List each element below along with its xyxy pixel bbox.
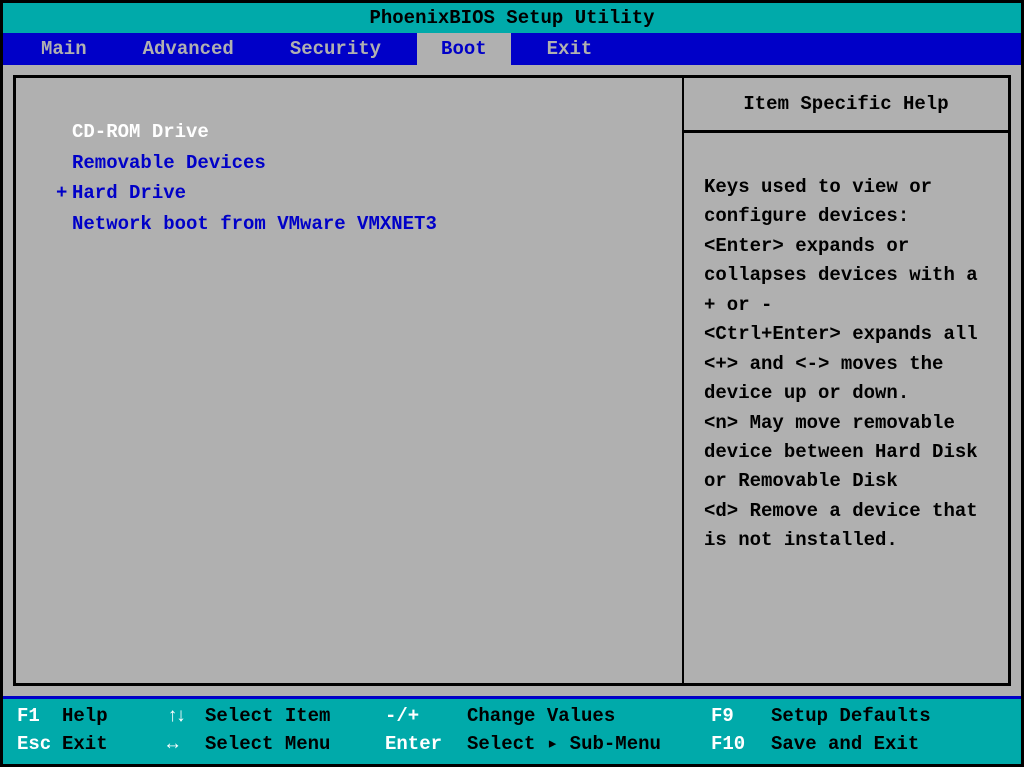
tab-exit[interactable]: Exit [527,35,613,63]
title-bar: PhoenixBIOS Setup Utility [3,3,1021,33]
boot-order-panel: CD-ROM Drive Removable Devices + Hard Dr… [13,75,683,686]
footer-keys: F1 Help Select Item -/+ Change Values F9… [3,699,1021,764]
menu-bar: Main Advanced Security Boot Exit [3,33,1021,65]
boot-label: Network boot from VMware VMXNET3 [72,210,437,239]
key-updown-icon [167,703,205,730]
key-esc: Esc [17,731,62,758]
key-leftright-icon [167,731,205,758]
triangle-right-icon [547,733,558,755]
help-title: Item Specific Help [743,93,948,115]
boot-label: Removable Devices [72,149,266,178]
help-panel: Item Specific Help Keys used to view or … [683,75,1011,686]
boot-label: Hard Drive [72,179,186,208]
key-f9: F9 [711,703,771,730]
label-change-values: Change Values [467,703,711,730]
label-select-submenu: Select Sub-Menu [467,731,711,758]
tab-main[interactable]: Main [21,35,107,63]
expand-prefix [56,210,72,239]
key-f1: F1 [17,703,62,730]
tab-boot[interactable]: Boot [417,33,511,65]
boot-item-cdrom[interactable]: CD-ROM Drive [56,118,662,147]
boot-item-network[interactable]: Network boot from VMware VMXNET3 [56,210,662,239]
label-select-menu: Select Menu [205,731,385,758]
boot-item-harddrive[interactable]: + Hard Drive [56,179,662,208]
expand-prefix: + [56,179,72,208]
label-save-exit: Save and Exit [771,731,1007,758]
tab-security[interactable]: Security [270,35,401,63]
boot-item-removable[interactable]: Removable Devices [56,149,662,178]
label-setup-defaults: Setup Defaults [771,703,1007,730]
expand-prefix [56,149,72,178]
content-area: CD-ROM Drive Removable Devices + Hard Dr… [3,65,1021,699]
key-plusminus: -/+ [385,703,467,730]
label-help: Help [62,703,167,730]
bios-window: PhoenixBIOS Setup Utility Main Advanced … [0,0,1024,767]
help-header: Item Specific Help [684,78,1008,133]
expand-prefix [56,118,72,147]
label-exit: Exit [62,731,167,758]
key-enter: Enter [385,731,467,758]
help-text: Keys used to view or configure devices: … [684,133,1008,576]
app-title: PhoenixBIOS Setup Utility [369,7,654,29]
label-select-item: Select Item [205,703,385,730]
boot-label: CD-ROM Drive [72,118,209,147]
key-f10: F10 [711,731,771,758]
tab-advanced[interactable]: Advanced [123,35,254,63]
